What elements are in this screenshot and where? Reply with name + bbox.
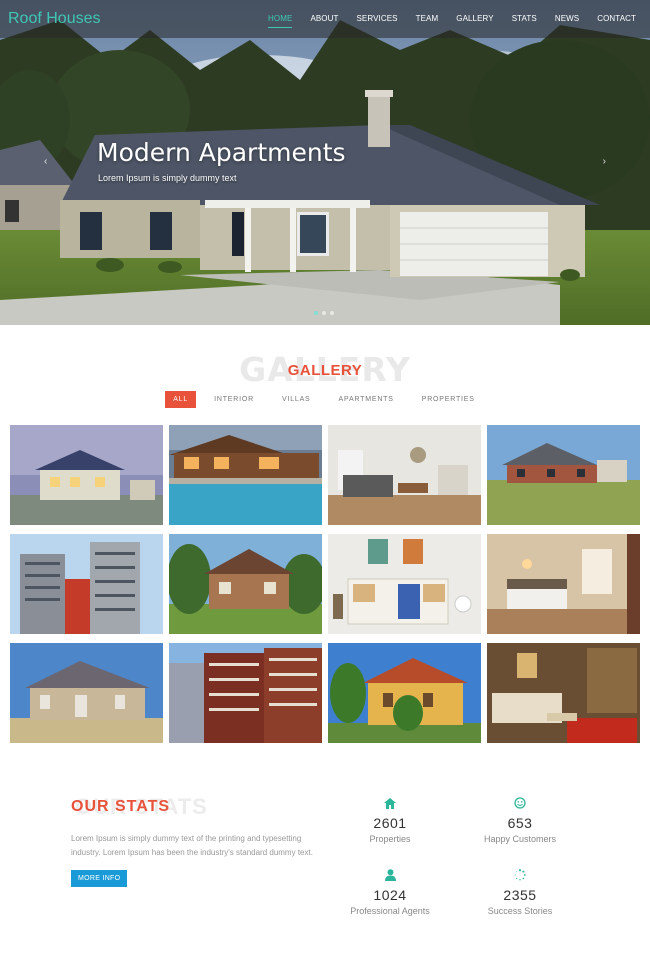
stats-intro: OUR STATS OUR STATS Lorem Ipsum is simpl… (71, 792, 321, 887)
stat-value: 1024 (373, 887, 407, 903)
gallery-image-palm-villa[interactable] (328, 643, 481, 743)
gallery-title: GALLERY (287, 362, 363, 379)
gallery-image-shelf-interior[interactable] (328, 534, 481, 634)
brand-logo[interactable]: Roof Houses (8, 10, 101, 28)
stat-success-stories: 2355 Success Stories (465, 868, 575, 916)
filter-interior[interactable]: INTERIOR (204, 391, 264, 408)
stat-value: 2601 (373, 815, 407, 831)
nav-services[interactable]: SERVICES (357, 14, 398, 28)
hero-title: Modern Apartments (97, 138, 346, 167)
stat-properties: 2601 Properties (335, 796, 445, 844)
gallery-heading: GALLERY GALLERY (0, 350, 650, 390)
slider-dot[interactable] (322, 311, 326, 315)
gallery-image-wood-house[interactable] (169, 534, 322, 634)
nav-stats[interactable]: STATS (512, 14, 537, 28)
gallery-image-stone-house[interactable] (10, 643, 163, 743)
hero-subtitle: Lorem Ipsum is simply dummy text (98, 173, 237, 183)
stats-description: Lorem Ipsum is simply dummy text of the … (71, 834, 313, 857)
nav-news[interactable]: NEWS (555, 14, 579, 28)
slider-dot[interactable] (330, 311, 334, 315)
gallery-image-pool-villa[interactable] (169, 425, 322, 525)
gallery-image-red-brick-house[interactable] (487, 425, 640, 525)
more-info-button[interactable]: MORE INFO (71, 870, 128, 887)
stats-title: OUR STATS (71, 798, 171, 815)
stat-value: 2355 (503, 887, 537, 903)
stat-professional-agents: 1024 Professional Agents (335, 868, 445, 916)
filter-apartments[interactable]: APARTMENTS (329, 391, 404, 408)
gallery-image-lounge-interior[interactable] (487, 643, 640, 743)
gallery-image-living-room[interactable] (328, 425, 481, 525)
hero-slider: Roof Houses HOME ABOUT SERVICES TEAM GAL… (0, 0, 650, 325)
smile-icon (465, 796, 575, 810)
gallery-image-house-dusk[interactable] (10, 425, 163, 525)
gallery-image-brick-apartments[interactable] (169, 643, 322, 743)
slider-dots (314, 311, 334, 315)
top-navbar: Roof Houses HOME ABOUT SERVICES TEAM GAL… (0, 0, 650, 38)
stat-happy-customers: 653 Happy Customers (465, 796, 575, 844)
stat-value: 653 (507, 815, 533, 831)
filter-properties[interactable]: PROPERTIES (412, 391, 485, 408)
filter-all[interactable]: ALL (165, 391, 197, 408)
gallery-filters: ALL INTERIOR VILLAS APARTMENTS PROPERTIE… (0, 391, 650, 408)
stat-label: Happy Customers (483, 834, 557, 844)
nav-about[interactable]: ABOUT (310, 14, 338, 28)
chevron-left-icon[interactable]: ‹ (44, 156, 47, 167)
slider-dot[interactable] (314, 311, 318, 315)
nav-home[interactable]: HOME (268, 14, 293, 28)
filter-villas[interactable]: VILLAS (272, 391, 321, 408)
stat-label: Professional Agents (350, 906, 430, 916)
nav-gallery[interactable]: GALLERY (456, 14, 493, 28)
user-icon (335, 868, 445, 882)
main-nav: HOME ABOUT SERVICES TEAM GALLERY STATS N… (250, 14, 636, 28)
chevron-right-icon[interactable]: › (603, 156, 606, 167)
gallery-image-bedroom[interactable] (487, 534, 640, 634)
nav-team[interactable]: TEAM (416, 14, 439, 28)
stat-label: Properties (369, 834, 411, 844)
spinner-icon (465, 868, 575, 882)
stat-label: Success Stories (487, 906, 553, 916)
stats-heading: OUR STATS OUR STATS (71, 792, 321, 822)
gallery-image-tower-apartments[interactable] (10, 534, 163, 634)
nav-contact[interactable]: CONTACT (597, 14, 636, 28)
home-icon (335, 796, 445, 810)
